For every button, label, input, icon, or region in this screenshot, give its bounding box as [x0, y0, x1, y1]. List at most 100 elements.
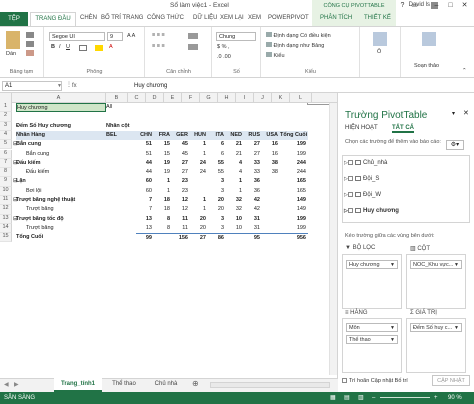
pivot-value-cell[interactable]: 149: [280, 196, 308, 205]
cell-a[interactable]: Trượt băng: [26, 224, 106, 233]
help-icon[interactable]: ?: [398, 1, 407, 10]
currency-icon[interactable]: $ % ,: [217, 44, 230, 50]
pivot-value-cell[interactable]: 6: [208, 150, 226, 159]
font-name-select[interactable]: Segoe UI: [49, 32, 105, 41]
font-size-select[interactable]: 9: [107, 32, 123, 41]
find-icon[interactable]: [422, 32, 436, 46]
cell-a[interactable]: Bắn cung: [16, 140, 106, 149]
row-header[interactable]: 10: [0, 186, 12, 196]
pivot-value-cell[interactable]: 6: [208, 140, 226, 149]
format-as-table-button[interactable]: Định dạng như Bảng: [266, 42, 324, 49]
column-header[interactable]: H: [218, 93, 236, 103]
pivot-value-cell[interactable]: 33: [244, 168, 262, 177]
row-header[interactable]: 3: [0, 121, 12, 131]
pivot-value-cell[interactable]: 18: [154, 205, 172, 214]
row-header[interactable]: 13: [0, 214, 12, 224]
pivot-value-cell[interactable]: 1: [226, 187, 244, 196]
format-painter-icon[interactable]: [26, 50, 34, 56]
borders-icon[interactable]: [79, 45, 87, 51]
tab-data[interactable]: DỮ LIỆU: [193, 15, 217, 21]
pivot-value-cell[interactable]: 19: [154, 159, 172, 168]
pivot-value-cell[interactable]: 1: [190, 150, 208, 159]
name-box-dropdown-icon[interactable]: ▼: [57, 83, 62, 89]
pivot-value-cell[interactable]: GER: [172, 130, 190, 141]
column-chip[interactable]: NOC_Khu vực... ▼: [410, 260, 462, 269]
sheet-tab-1[interactable]: Trang_tính1: [54, 378, 102, 392]
cell-a[interactable]: Trượt băng nghệ thuật: [16, 196, 106, 205]
column-header[interactable]: B: [106, 93, 128, 103]
pivot-value-cell[interactable]: RUS: [244, 130, 262, 141]
row-chip-2[interactable]: Thể thao ▼: [346, 335, 398, 344]
cell-a[interactable]: Tổng Cuối: [16, 233, 106, 242]
pivot-value-cell[interactable]: [262, 187, 280, 196]
pivot-value-cell[interactable]: 13: [136, 215, 154, 224]
pivot-value-cell[interactable]: [226, 233, 244, 242]
row-header[interactable]: 14: [0, 223, 12, 234]
pivot-value-cell[interactable]: 12: [172, 196, 190, 205]
column-header[interactable]: E: [164, 93, 182, 103]
add-sheet-icon[interactable]: ⊕: [192, 379, 199, 388]
pivot-value-cell[interactable]: 42: [244, 196, 262, 205]
pivot-value-cell[interactable]: 10: [226, 215, 244, 224]
tab-home[interactable]: TRANG ĐẦU: [30, 12, 76, 26]
paste-icon[interactable]: [6, 31, 20, 49]
ribbon-options-icon[interactable]: ▭: [410, 1, 419, 10]
checkbox-icon[interactable]: [348, 192, 353, 197]
column-header[interactable]: A: [12, 93, 106, 103]
pivot-value-cell[interactable]: 1: [190, 205, 208, 214]
pivot-value-cell[interactable]: 244: [280, 159, 308, 168]
pivot-value-cell[interactable]: 27: [244, 150, 262, 159]
row-header[interactable]: 1: [0, 103, 12, 113]
pivot-value-cell[interactable]: 199: [280, 140, 308, 149]
row-header[interactable]: 2: [0, 112, 12, 122]
cell-styles-button[interactable]: Kiểu: [266, 52, 285, 59]
pivot-value-cell[interactable]: [190, 177, 208, 186]
tab-all[interactable]: TẤT CẢ: [392, 125, 414, 133]
pivot-value-cell[interactable]: Tổng Cuối: [280, 130, 308, 141]
pivot-value-cell[interactable]: 24: [190, 168, 208, 177]
next-sheet-icon[interactable]: ▶: [14, 381, 19, 388]
cell-a[interactable]: Đấu kiếm: [26, 168, 106, 177]
pivot-value-cell[interactable]: 51: [136, 140, 154, 149]
tab-file[interactable]: TỆP: [0, 12, 28, 26]
row-header[interactable]: 9: [0, 177, 12, 187]
formula-input[interactable]: Huy chương: [134, 81, 334, 91]
pivot-value-cell[interactable]: 199: [280, 224, 308, 233]
pivot-value-cell[interactable]: FRA: [154, 130, 172, 141]
zoom-out-icon[interactable]: –: [372, 392, 375, 404]
tab-page-layout[interactable]: BỐ TRÍ TRANG: [101, 15, 143, 21]
column-header[interactable]: I: [236, 93, 254, 103]
paste-label[interactable]: Dán: [6, 51, 16, 57]
pivot-value-cell[interactable]: 95: [244, 233, 262, 242]
align-top-icon[interactable]: ≡ ≡ ≡: [152, 32, 165, 38]
sheet-tab-2[interactable]: Thể thao: [104, 378, 144, 392]
row-header[interactable]: 12: [0, 205, 12, 215]
cell-b[interactable]: [106, 177, 136, 186]
pivot-value-cell[interactable]: 60: [136, 187, 154, 196]
cell-b[interactable]: [106, 233, 136, 242]
tab-insert[interactable]: CHÈN: [80, 15, 97, 21]
pivot-value-cell[interactable]: 21: [226, 140, 244, 149]
page-layout-icon[interactable]: ▤: [344, 392, 350, 404]
column-header[interactable]: K: [272, 93, 290, 103]
tab-review[interactable]: XEM LẠI: [220, 15, 244, 21]
cell-a[interactable]: Nhãn Hàng: [16, 130, 106, 141]
field-chu-nha[interactable]: ▷ Chủ_nhà: [344, 160, 387, 166]
pivot-value-cell[interactable]: 11: [172, 215, 190, 224]
vertical-scrollbar[interactable]: [329, 103, 337, 375]
pivot-value-cell[interactable]: 156: [172, 233, 190, 242]
pivot-value-cell[interactable]: 32: [226, 205, 244, 214]
decimal-icon[interactable]: .0 .00: [217, 54, 231, 60]
pivot-value-cell[interactable]: 31: [244, 215, 262, 224]
cell-b[interactable]: BEL: [106, 130, 136, 141]
pivot-value-cell[interactable]: 20: [208, 196, 226, 205]
maximize-icon[interactable]: □: [446, 1, 455, 10]
cell-b[interactable]: [106, 196, 136, 205]
cell-b[interactable]: [106, 112, 136, 121]
pivot-value-cell[interactable]: 8: [154, 215, 172, 224]
tab-analyze[interactable]: PHÂN TÍCH: [320, 15, 352, 21]
row-header[interactable]: 11: [0, 196, 12, 206]
pivot-value-cell[interactable]: 15: [154, 140, 172, 149]
cell-a[interactable]: Đếm Số Huy chương: [16, 122, 106, 131]
pivot-value-cell[interactable]: 42: [244, 205, 262, 214]
